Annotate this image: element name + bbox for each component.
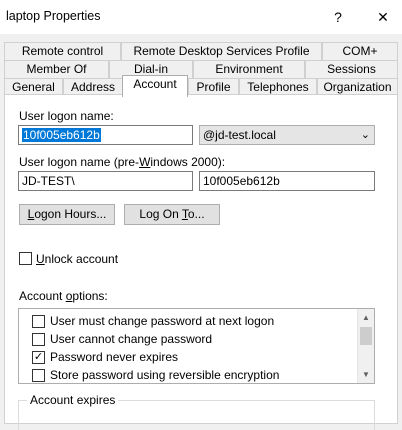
option-label: User cannot change password <box>50 332 213 346</box>
pre2000-domain-field: JD-TEST\ <box>18 171 193 191</box>
tab-com-plus[interactable]: COM+ <box>322 42 398 60</box>
tab-remote-control[interactable]: Remote control <box>4 42 121 60</box>
option-checkbox[interactable] <box>32 315 45 328</box>
tab-remote-desktop-services-profile[interactable]: Remote Desktop Services Profile <box>121 42 322 60</box>
options-scrollbar[interactable]: ▲ ▼ <box>357 309 374 383</box>
option-label: Password never expires <box>50 350 179 364</box>
tab-member-of[interactable]: Member Of <box>4 60 109 78</box>
pre2000-name-input[interactable]: 10f005eb612b <box>199 171 375 191</box>
option-checkbox[interactable]: ✓ <box>32 351 45 364</box>
unlock-account-checkbox[interactable] <box>19 252 32 265</box>
scroll-down-icon[interactable]: ▼ <box>358 366 374 383</box>
log-on-to-button[interactable]: Log On To... <box>124 204 220 225</box>
option-checkbox[interactable] <box>32 333 45 346</box>
domain-suffix-dropdown[interactable]: @jd-test.local ⌄ <box>199 125 375 145</box>
tab-sessions[interactable]: Sessions <box>305 60 398 78</box>
account-options-label: Account options: <box>19 289 108 303</box>
domain-suffix-value: @jd-test.local <box>203 128 276 142</box>
logon-name-input[interactable]: 10f005eb612b <box>18 125 193 145</box>
logon-hours-button[interactable]: Logon Hours... <box>19 204 115 225</box>
unlock-account-label: Unlock account <box>36 252 119 266</box>
pre2000-label: User logon name (pre-Windows 2000): <box>19 155 226 169</box>
close-button[interactable]: ✕ <box>370 4 396 30</box>
logon-name-label: User logon name: <box>19 109 114 123</box>
option-label: User must change password at next logon <box>50 314 275 328</box>
help-button[interactable]: ? <box>325 4 351 30</box>
account-options-list[interactable]: User must change password at next logon … <box>18 308 375 384</box>
account-expires-label: Account expires <box>27 393 119 407</box>
window-title: laptop Properties <box>6 9 101 23</box>
scroll-up-icon[interactable]: ▲ <box>358 309 374 326</box>
logon-name-value: 10f005eb612b <box>22 128 101 142</box>
scroll-thumb[interactable] <box>360 327 372 345</box>
tab-account[interactable]: Account <box>122 75 188 97</box>
option-checkbox[interactable] <box>32 369 45 382</box>
tab-environment[interactable]: Environment <box>193 60 305 78</box>
account-expires-group: Account expires <box>18 393 375 430</box>
title-bar: laptop Properties ? ✕ <box>0 0 402 34</box>
option-label: Store password using reversible encrypti… <box>50 368 280 382</box>
chevron-down-icon: ⌄ <box>360 129 370 141</box>
